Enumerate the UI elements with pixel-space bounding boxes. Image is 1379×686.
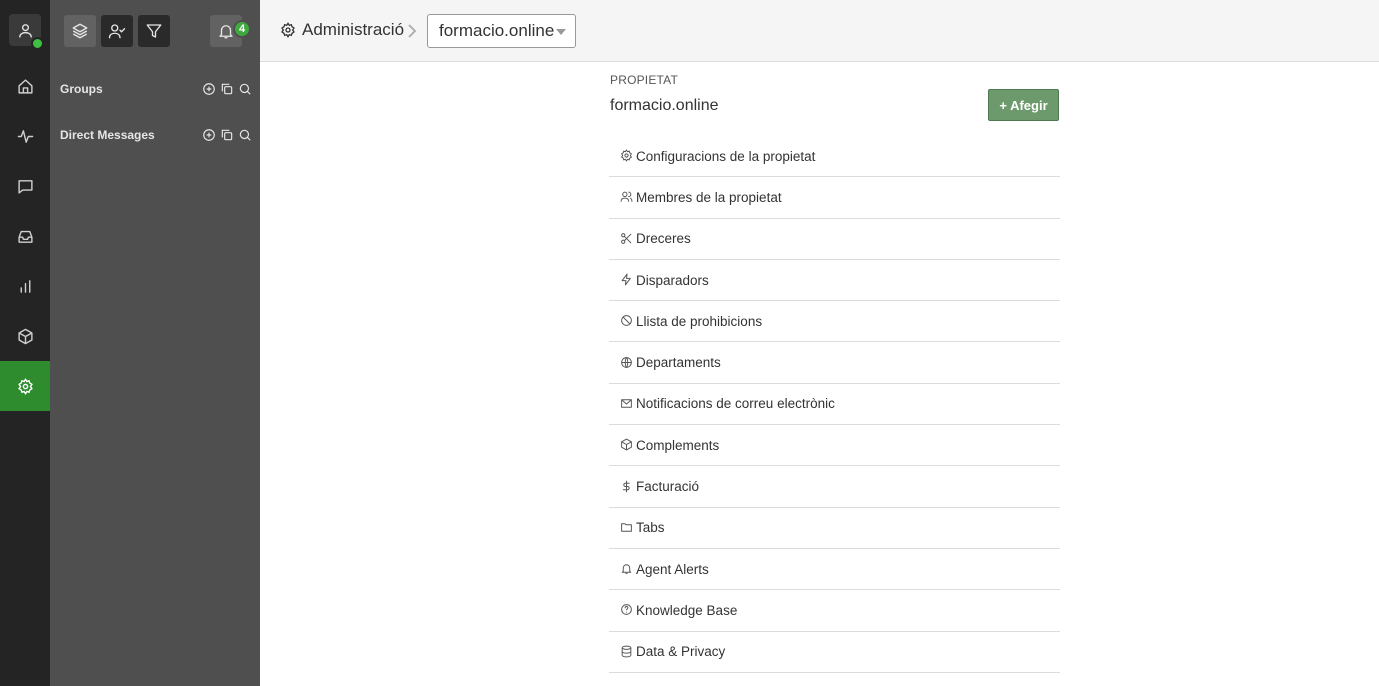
box-icon <box>17 328 33 344</box>
users-icon <box>620 190 634 204</box>
menu-item-label: Facturació <box>636 479 700 495</box>
chevron-right-icon <box>408 24 417 38</box>
menu-item-triggers[interactable]: Disparadors <box>609 260 1060 302</box>
menu-item-label: Data & Privacy <box>636 644 726 660</box>
database-icon <box>620 645 634 659</box>
breadcrumb[interactable]: Administració <box>280 20 404 40</box>
layers-icon <box>72 23 88 39</box>
bell-icon <box>620 562 634 576</box>
layers-button[interactable] <box>64 15 96 47</box>
menu-item-billing[interactable]: Facturació <box>609 466 1060 508</box>
caret-down-icon <box>556 29 566 35</box>
user-icon <box>18 23 32 38</box>
gear-icon <box>620 149 634 163</box>
ban-icon <box>620 314 634 328</box>
dollar-icon <box>620 480 634 494</box>
direct-messages-label: Direct Messages <box>60 128 155 142</box>
property-select[interactable]: formacio.online <box>427 14 576 48</box>
online-status-dot <box>31 37 44 50</box>
groups-label: Groups <box>60 82 103 96</box>
menu-item-tabs[interactable]: Tabs <box>609 508 1060 549</box>
menu-item-email-notifications[interactable]: Notificacions de correu electrònic <box>609 384 1060 426</box>
search-groups-button[interactable] <box>238 82 252 96</box>
breadcrumb-admin[interactable]: Administració <box>302 20 404 40</box>
settings-menu: Configuracions de la propietat Membres d… <box>609 136 1060 673</box>
plus-circle-icon <box>203 129 215 141</box>
box-icon <box>620 438 634 452</box>
search-icon <box>239 129 251 141</box>
search-direct-messages-button[interactable] <box>238 128 252 142</box>
mail-icon <box>620 397 634 411</box>
bar-chart-icon <box>20 279 30 293</box>
user-check-icon <box>108 24 126 39</box>
help-circle-icon <box>620 603 634 617</box>
nav-settings[interactable] <box>0 361 50 411</box>
menu-item-label: Tabs <box>636 520 665 536</box>
menu-item-departments[interactable]: Departaments <box>609 342 1060 384</box>
menu-item-label: Notificacions de correu electrònic <box>636 396 835 412</box>
conversations-panel: 4 Groups Direct Messages <box>50 0 260 686</box>
menu-item-label: Llista de prohibicions <box>636 313 763 329</box>
nav-inbox[interactable] <box>0 211 50 261</box>
menu-item-property-settings[interactable]: Configuracions de la propietat <box>609 136 1060 178</box>
nav-activity[interactable] <box>0 111 50 161</box>
menu-item-label: Knowledge Base <box>636 602 738 618</box>
menu-item-add-ons[interactable]: Complements <box>609 425 1060 467</box>
filter-button[interactable] <box>138 15 170 47</box>
menu-item-label: Membres de la propietat <box>636 189 782 205</box>
property-select-value: formacio.online <box>439 21 555 40</box>
lightning-icon <box>620 273 634 287</box>
menu-item-agent-alerts[interactable]: Agent Alerts <box>609 549 1060 591</box>
folder-icon <box>620 521 634 535</box>
home-icon <box>17 78 33 94</box>
top-bar: Administració formacio.online <box>260 0 1379 62</box>
inbox-icon <box>17 230 33 243</box>
menu-item-shortcuts[interactable]: Dreceres <box>609 219 1060 260</box>
menu-item-label: Departaments <box>636 355 721 371</box>
copy-groups-button[interactable] <box>220 82 234 96</box>
menu-item-label: Agent Alerts <box>636 561 709 577</box>
direct-messages-section-header: Direct Messages <box>60 125 252 145</box>
nav-addons[interactable] <box>0 311 50 361</box>
activity-icon <box>17 129 33 143</box>
add-button[interactable]: + Afegir <box>988 89 1059 121</box>
notifications-count-badge: 4 <box>233 20 252 38</box>
section-kicker: PROPIETAT <box>610 73 679 87</box>
primary-nav-rail <box>0 0 50 686</box>
nav-home[interactable] <box>0 61 50 111</box>
search-icon <box>239 83 251 95</box>
groups-section-header: Groups <box>60 79 252 99</box>
nav-chat[interactable] <box>0 161 50 211</box>
gear-icon <box>281 22 295 38</box>
assigned-to-me-button[interactable] <box>101 15 133 47</box>
menu-item-label: Complements <box>636 437 720 453</box>
menu-item-ban-list[interactable]: Llista de prohibicions <box>609 301 1060 343</box>
menu-item-property-members[interactable]: Membres de la propietat <box>609 177 1060 219</box>
nav-reports[interactable] <box>0 261 50 311</box>
add-group-button[interactable] <box>202 82 216 96</box>
filter-icon <box>146 24 162 38</box>
menu-item-knowledge-base[interactable]: Knowledge Base <box>609 590 1060 632</box>
copy-icon <box>221 129 233 141</box>
copy-direct-messages-button[interactable] <box>220 128 234 142</box>
gear-icon <box>17 377 33 395</box>
menu-item-label: Configuracions de la propietat <box>636 148 816 164</box>
menu-item-data-privacy[interactable]: Data & Privacy <box>609 632 1060 673</box>
menu-item-label: Dreceres <box>636 231 691 247</box>
add-direct-message-button[interactable] <box>202 128 216 142</box>
chat-icon <box>17 179 33 194</box>
property-name: formacio.online <box>610 97 719 114</box>
plus-circle-icon <box>203 83 215 95</box>
globe-icon <box>620 356 634 370</box>
copy-icon <box>221 83 233 95</box>
scissors-icon <box>620 232 634 246</box>
menu-item-label: Disparadors <box>636 272 709 288</box>
